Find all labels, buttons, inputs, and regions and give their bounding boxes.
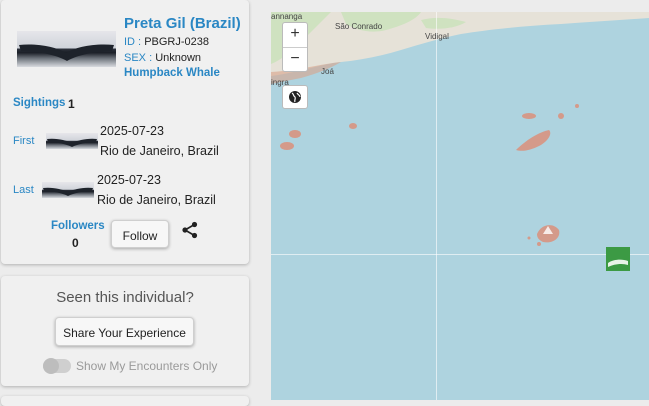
follow-button[interactable]: Follow (111, 220, 169, 248)
fluke-shape (43, 187, 93, 196)
first-sighting-location: Rio de Janeiro, Brazil (100, 144, 219, 158)
map-label-ananga: annanga (271, 12, 303, 21)
my-encounters-toggle-label: Show My Encounters Only (76, 359, 218, 373)
zoom-out-button[interactable]: − (283, 48, 307, 72)
last-sighting-label: Last (13, 184, 34, 196)
map-gridline (436, 12, 437, 400)
id-row: ID : PBGRJ-0238 (124, 36, 209, 48)
sightings-label: Sightings (13, 97, 66, 109)
share-experience-button[interactable]: Share Your Experience (55, 317, 194, 346)
globe-icon (289, 91, 301, 103)
next-card (1, 396, 249, 406)
first-sighting-photo[interactable] (46, 133, 98, 149)
first-sighting-date: 2025-07-23 (100, 124, 164, 138)
marker-fluke-shape (606, 247, 630, 271)
map[interactable]: São Conrado Vidigal Joá annanga ingra + … (271, 12, 649, 400)
zoom-in-button[interactable]: + (283, 23, 307, 48)
zoom-control: + − (282, 22, 308, 72)
my-encounters-toggle[interactable] (43, 358, 71, 374)
photo-marker-icon[interactable] (606, 247, 630, 271)
last-sighting-photo[interactable] (42, 182, 94, 198)
id-label: ID : (124, 36, 142, 48)
fluke-photo[interactable] (17, 31, 116, 67)
last-sighting-date: 2025-07-23 (97, 173, 161, 187)
map-label-joa: Joá (321, 67, 334, 76)
followers-label: Followers (51, 220, 105, 232)
sex-label: SEX : (124, 52, 153, 64)
followers-count: 0 (72, 236, 79, 250)
fluke-shape (47, 138, 97, 147)
share-icon[interactable] (181, 221, 199, 239)
individual-card: Preta Gil (Brazil) ID : PBGRJ-0238 SEX :… (1, 0, 249, 264)
individual-name[interactable]: Preta Gil (Brazil) (124, 15, 241, 32)
toggle-knob (43, 358, 59, 374)
species-link[interactable]: Humpback Whale (124, 67, 220, 79)
last-sighting-location: Rio de Janeiro, Brazil (97, 193, 216, 207)
sex-value: Unknown (155, 52, 202, 64)
id-value: PBGRJ-0238 (144, 36, 209, 48)
map-label-vidigal: Vidigal (425, 32, 449, 41)
sidebar: Preta Gil (Brazil) ID : PBGRJ-0238 SEX :… (0, 0, 258, 406)
globe-button[interactable] (282, 85, 308, 109)
fluke-shape (19, 44, 114, 61)
map-top-strip (271, 0, 649, 12)
seen-card: Seen this individual? Share Your Experie… (1, 276, 249, 386)
map-gridline (271, 254, 649, 255)
seen-title: Seen this individual? (56, 289, 194, 306)
sex-row: SEX : Unknown (124, 52, 201, 64)
first-sighting-label: First (13, 135, 35, 147)
sightings-count: 1 (68, 97, 75, 111)
map-label-sao-conrado: São Conrado (335, 22, 383, 31)
